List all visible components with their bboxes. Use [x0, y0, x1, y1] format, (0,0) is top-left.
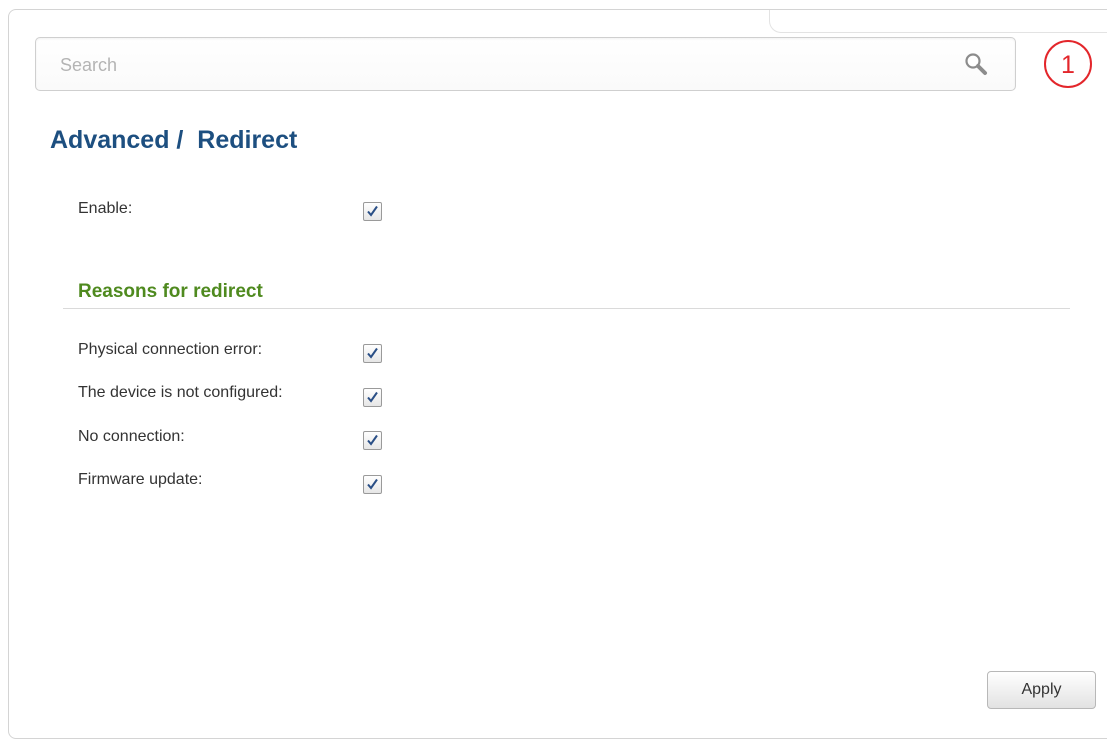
- enable-checkbox[interactable]: [363, 202, 382, 221]
- physical-connection-error-label: Physical connection error:: [78, 341, 263, 358]
- notification-count: 1: [1061, 51, 1075, 79]
- section-divider: [63, 308, 1070, 309]
- checkmark-icon: [367, 347, 378, 359]
- device-not-configured-label: The device is not configured:: [78, 384, 283, 401]
- page-title: Advanced / Redirect: [50, 126, 298, 154]
- firmware-update-label: Firmware update:: [78, 471, 203, 488]
- checkmark-icon: [367, 478, 378, 490]
- checkmark-icon: [367, 205, 378, 217]
- device-not-configured-checkbox[interactable]: [363, 388, 382, 407]
- panel-tab-notch: [769, 10, 1107, 33]
- search-bar[interactable]: [35, 37, 1016, 91]
- no-connection-checkbox[interactable]: [363, 431, 382, 450]
- notification-badge[interactable]: 1: [1038, 37, 1092, 91]
- firmware-update-checkbox[interactable]: [363, 475, 382, 494]
- physical-connection-error-checkbox[interactable]: [363, 344, 382, 363]
- no-connection-label: No connection:: [78, 428, 185, 445]
- search-input[interactable]: [58, 52, 942, 78]
- enable-label: Enable:: [78, 200, 133, 217]
- notification-circle-icon: 1: [1044, 40, 1092, 88]
- section-title-reasons: Reasons for redirect: [78, 281, 263, 302]
- apply-button[interactable]: Apply: [987, 671, 1096, 709]
- checkmark-icon: [367, 434, 378, 446]
- content-panel: [8, 9, 1107, 739]
- search-icon[interactable]: [963, 51, 989, 77]
- checkmark-icon: [367, 391, 378, 403]
